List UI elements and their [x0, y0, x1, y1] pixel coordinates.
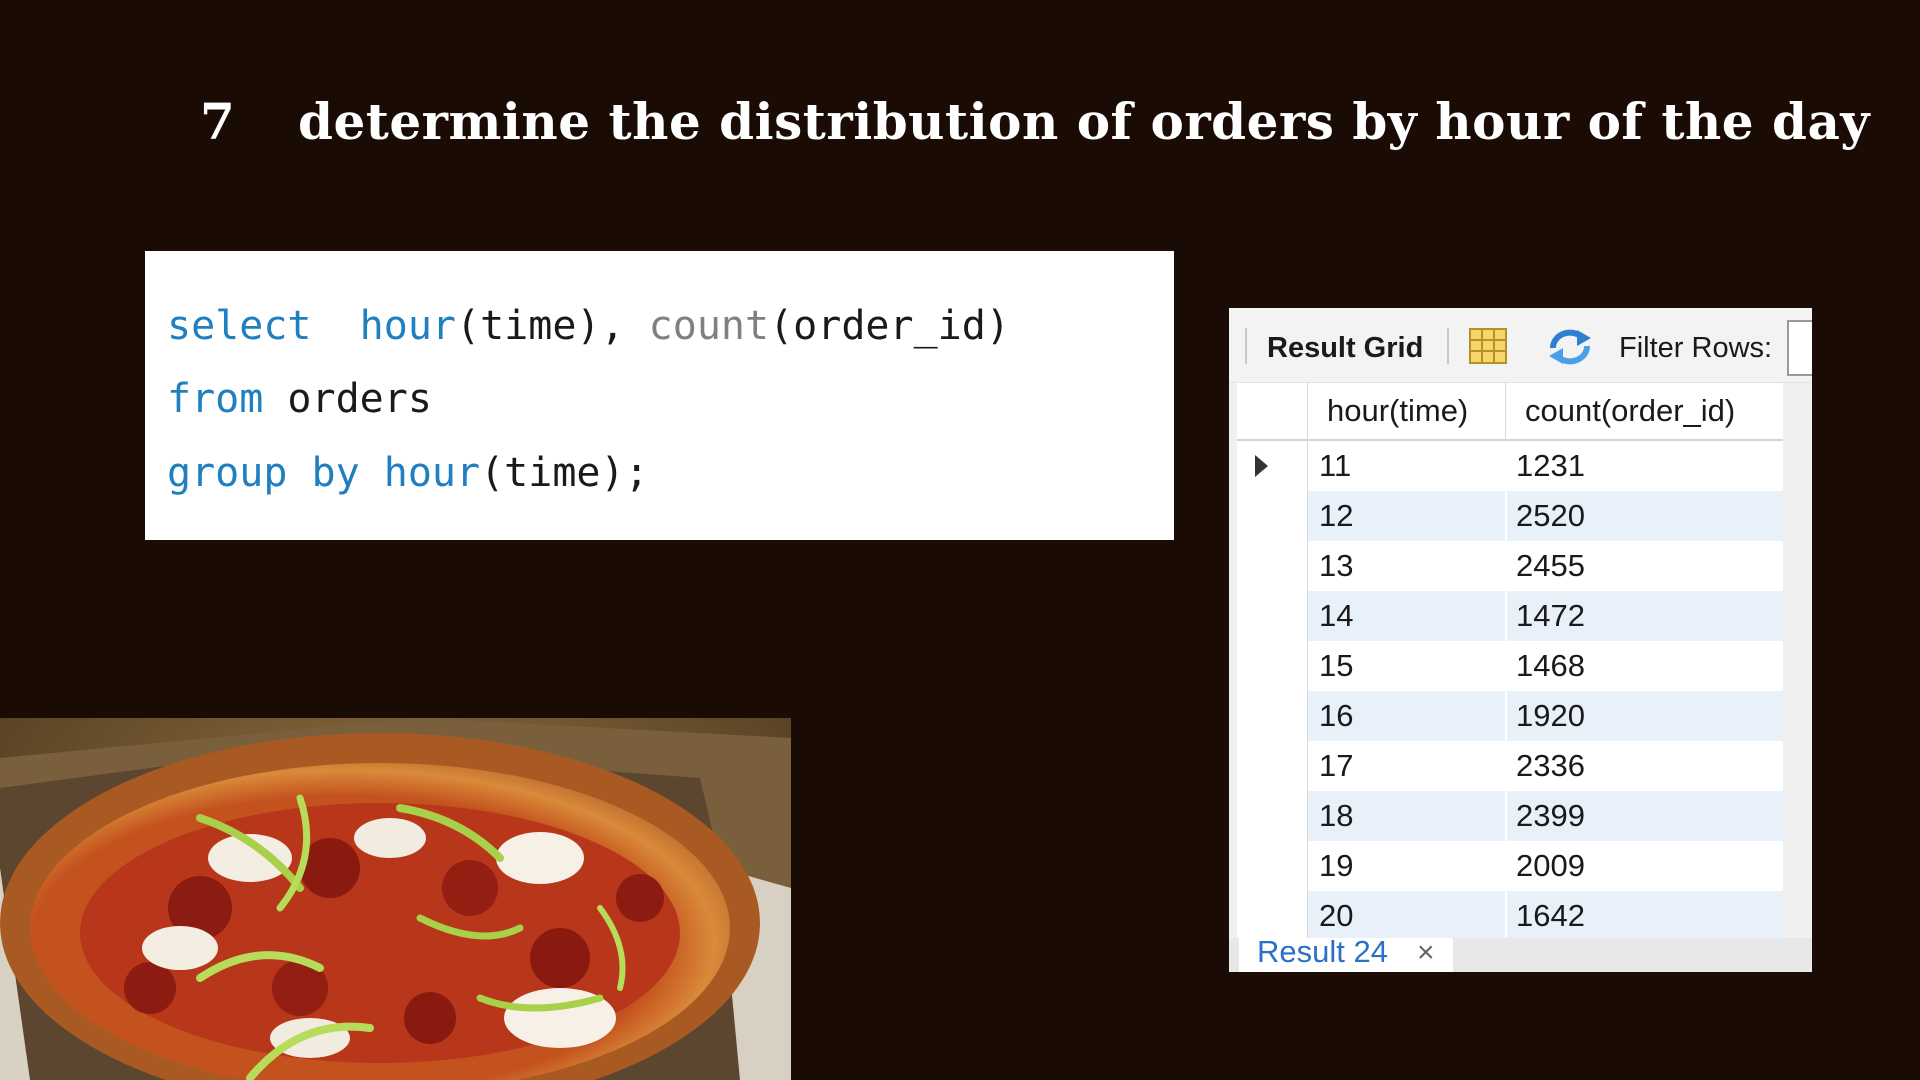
cell-hour[interactable]: 12 — [1319, 491, 1353, 541]
cell-hour[interactable]: 18 — [1319, 791, 1353, 841]
result-grid-panel: Result Grid Filter Rows: hour(time) coun… — [1229, 308, 1812, 972]
cell-count[interactable]: 1231 — [1516, 441, 1585, 491]
sql-from-keyword: from — [167, 376, 264, 422]
table-row[interactable]: 14 1472 — [1237, 591, 1783, 642]
table-row[interactable]: 16 1920 — [1237, 691, 1783, 742]
result-tab-label[interactable]: Result 24 — [1257, 934, 1388, 970]
cell-count[interactable]: 1642 — [1516, 891, 1585, 938]
cell-hour[interactable]: 17 — [1319, 741, 1353, 791]
row-selector[interactable] — [1237, 741, 1308, 792]
result-grid-tab[interactable]: Result Grid — [1267, 332, 1423, 365]
column-divider — [1307, 383, 1308, 439]
result-tab[interactable]: Result 24 × — [1239, 934, 1453, 972]
sql-select-keyword: select — [167, 303, 312, 349]
cell-count[interactable]: 2399 — [1516, 791, 1585, 841]
table-row[interactable]: 12 2520 — [1237, 491, 1783, 542]
sql-line-3: group by hour(time); — [167, 443, 649, 503]
table-row[interactable]: 15 1468 — [1237, 641, 1783, 692]
column-gap — [1505, 691, 1507, 741]
refresh-icon[interactable] — [1547, 328, 1593, 371]
column-gap — [1505, 591, 1507, 641]
filter-rows-label: Filter Rows: — [1619, 332, 1773, 364]
result-tabs-bar: Result 24 × — [1229, 934, 1812, 972]
row-selector[interactable] — [1237, 841, 1308, 892]
result-grid: hour(time) count(order_id) 11 1231 12 25… — [1229, 383, 1812, 938]
table-row[interactable]: 13 2455 — [1237, 541, 1783, 592]
slide-heading: determine the distribution of orders by … — [298, 92, 1870, 151]
close-icon[interactable]: × — [1417, 936, 1435, 970]
cell-count[interactable]: 2455 — [1516, 541, 1585, 591]
table-row[interactable]: 11 1231 — [1237, 441, 1783, 492]
column-header-count[interactable]: count(order_id) — [1525, 383, 1735, 439]
toolbar-divider — [1245, 328, 1247, 364]
cell-count[interactable]: 1468 — [1516, 641, 1585, 691]
sql-group-by-keyword: group by — [167, 450, 360, 496]
sql-hour-function: hour — [359, 303, 456, 349]
column-header-hour[interactable]: hour(time) — [1327, 383, 1468, 439]
sql-table-name: orders — [287, 376, 432, 422]
pizza-photo — [0, 718, 791, 1080]
table-row[interactable]: 19 2009 — [1237, 841, 1783, 892]
cell-count[interactable]: 2520 — [1516, 491, 1585, 541]
table-row[interactable]: 20 1642 — [1237, 891, 1783, 938]
result-grid-toolbar: Result Grid Filter Rows: — [1229, 308, 1812, 383]
sql-code-panel: select hour(time), count(order_id) from … — [145, 251, 1174, 540]
column-gap — [1505, 491, 1507, 541]
sql-hour-function-2: hour — [383, 450, 481, 496]
cell-count[interactable]: 1472 — [1516, 591, 1585, 641]
slide-number: 7 — [200, 92, 236, 151]
cell-hour[interactable]: 14 — [1319, 591, 1353, 641]
cell-hour[interactable]: 16 — [1319, 691, 1353, 741]
toolbar-divider — [1447, 328, 1449, 364]
sql-count-function: count — [648, 303, 770, 349]
cell-count[interactable]: 2336 — [1516, 741, 1585, 791]
sql-time-arg: (time), — [456, 303, 625, 349]
row-pointer-icon — [1255, 455, 1268, 477]
row-selector[interactable] — [1237, 691, 1308, 742]
row-selector[interactable] — [1237, 491, 1308, 542]
column-gap — [1505, 891, 1507, 938]
grid-header: hour(time) count(order_id) — [1237, 383, 1783, 441]
cell-count[interactable]: 2009 — [1516, 841, 1585, 891]
sql-line-1: select hour(time), count(order_id) — [167, 296, 1010, 356]
sql-time-arg-2: (time); — [480, 450, 649, 496]
cell-hour[interactable]: 11 — [1319, 441, 1351, 491]
column-divider — [1505, 383, 1506, 439]
column-gap — [1505, 791, 1507, 841]
row-selector[interactable] — [1237, 541, 1308, 592]
row-selector[interactable] — [1237, 441, 1308, 492]
table-row[interactable]: 17 2336 — [1237, 741, 1783, 792]
cell-hour[interactable]: 19 — [1319, 841, 1353, 891]
row-selector[interactable] — [1237, 891, 1308, 938]
cell-hour[interactable]: 13 — [1319, 541, 1353, 591]
cell-hour[interactable]: 20 — [1319, 891, 1353, 938]
sql-order-arg: (order_id) — [769, 303, 1010, 349]
sql-line-2: from orders — [167, 369, 432, 429]
slide-title: 7 determine the distribution of orders by… — [200, 92, 1869, 151]
cell-count[interactable]: 1920 — [1516, 691, 1585, 741]
grid-view-icon[interactable] — [1469, 328, 1507, 369]
row-selector[interactable] — [1237, 791, 1308, 842]
row-selector[interactable] — [1237, 641, 1308, 692]
table-row[interactable]: 18 2399 — [1237, 791, 1783, 842]
row-selector[interactable] — [1237, 591, 1308, 642]
grid-rows: 11 1231 12 2520 13 2455 14 1472 15 1468 … — [1237, 441, 1783, 938]
cell-hour[interactable]: 15 — [1319, 641, 1353, 691]
filter-rows-input[interactable] — [1787, 320, 1812, 376]
